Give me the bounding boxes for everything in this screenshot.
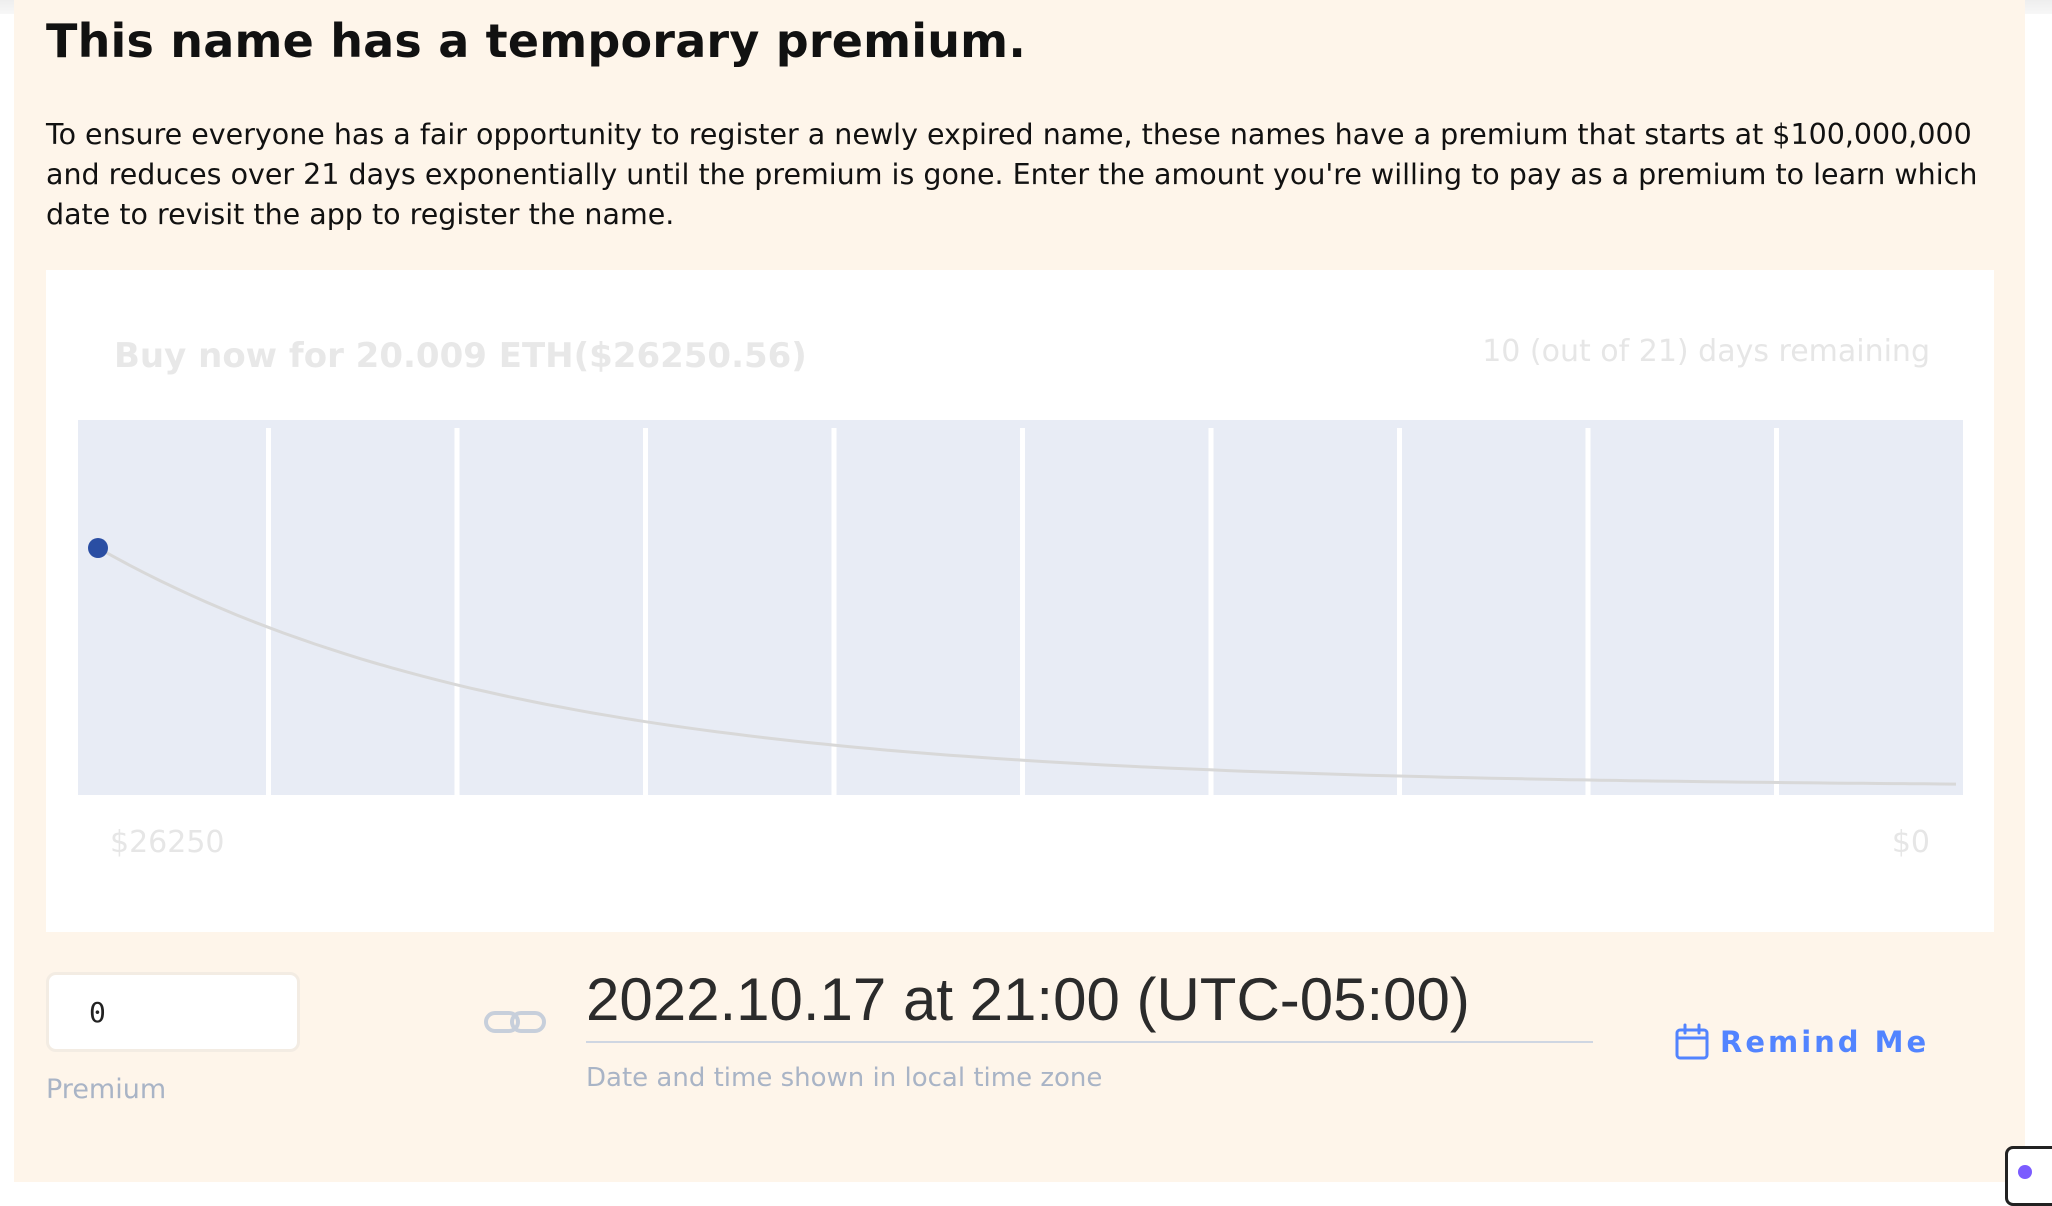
chat-widget-dot: [2018, 1165, 2032, 1179]
axis-start-label: $26250: [110, 825, 225, 860]
buy-now-label: Buy now for 20.009 ETH($26250.56): [114, 336, 807, 376]
calendar-icon: [1675, 1023, 1709, 1060]
premium-description: To ensure everyone has a fair opportunit…: [46, 118, 1978, 231]
date-underline: [586, 1041, 1593, 1043]
premium-chart-card: Buy now for 20.009 ETH($26250.56) 10 (ou…: [46, 270, 1994, 932]
current-price-marker[interactable]: [88, 538, 108, 558]
date-hint: Date and time shown in local time zone: [586, 1063, 1103, 1093]
days-remaining-label: 10 (out of 21) days remaining: [1482, 334, 1930, 369]
reminder-date-value[interactable]: 2022.10.17 at 21:00 (UTC-05:00): [586, 965, 1470, 1034]
remind-me-button[interactable]: Remind Me: [1674, 1020, 1929, 1064]
premium-label: Premium: [46, 1074, 167, 1105]
link-icon: [484, 1011, 546, 1033]
chat-widget-button[interactable]: [2005, 1146, 2052, 1206]
axis-end-label: $0: [1891, 825, 1930, 860]
premium-decay-chart[interactable]: [78, 420, 1963, 795]
page-title: This name has a temporary premium.: [46, 14, 1026, 68]
remind-me-label: Remind Me: [1720, 1025, 1930, 1059]
premium-input[interactable]: [46, 972, 300, 1052]
